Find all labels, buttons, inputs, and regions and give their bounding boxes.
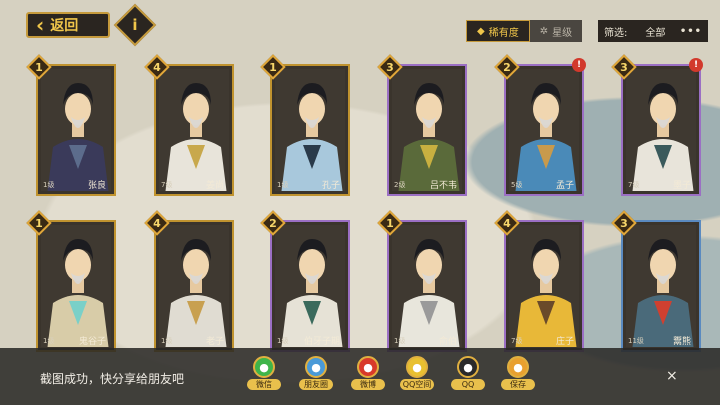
character-card[interactable]: 1级 老子 4 [144,210,234,352]
character-name: 俞伯 [438,337,457,347]
back-button[interactable]: ‹ 返回 [26,12,110,38]
character-portrait [392,225,462,347]
character-card[interactable]: 1级 张良 1 [26,54,116,196]
tab-star-level[interactable]: ✲ 星级 [529,20,583,42]
character-portrait [626,225,696,347]
character-card[interactable]: 7级 庄子 4 [494,210,584,352]
star-outline-icon: ✲ [539,25,549,37]
share-save-button[interactable]: ● 保存 [500,356,536,390]
character-level: 1级 [394,337,406,345]
character-name: 鬼谷子 [78,337,106,347]
share-message: 截图成功，快分享给朋友吧 [40,372,185,386]
character-level: 1级 [43,337,55,345]
character-name: 吕不韦 [429,181,457,191]
star-count: 4 [153,216,161,230]
weibo-icon: ● [357,356,379,378]
share-qq-button[interactable]: ● QQ [450,356,486,390]
character-portrait [159,69,229,191]
filter-label: 筛选: [604,27,628,39]
star-count: 4 [153,60,161,74]
character-level: 5级 [511,181,523,189]
character-level: 1级 [161,337,173,345]
filter-value: 全部 [645,27,666,39]
character-portrait [41,69,111,191]
character-level: 7级 [161,181,173,189]
character-card[interactable]: 5级 孟子 2! [494,54,586,196]
character-card[interactable]: 7级 墨子 3! [611,54,703,196]
character-portrait [392,69,462,191]
share-moments-button[interactable]: ● 朋友圈 [298,356,334,390]
star-count: 2 [269,216,277,230]
character-name: 鬻熊 [672,337,691,347]
character-name: 伯牙子期 [303,337,340,347]
character-portrait [509,225,579,347]
share-label: 微信 [247,379,281,390]
back-label: 返回 [50,18,79,34]
character-portrait [275,225,345,347]
character-card[interactable]: 7级 姜尚 4 [144,54,234,196]
character-level: 1级 [43,181,55,189]
star-count: 3 [386,60,394,74]
share-weibo-button[interactable]: ● 微博 [350,356,386,390]
share-label: QQ空间 [400,379,434,390]
character-portrait [626,69,696,191]
star-count: 3 [620,216,628,230]
moments-icon: ● [305,356,327,378]
character-card[interactable]: 1级 伯牙子期 2 [260,210,350,352]
character-name: 孟子 [555,181,574,191]
character-level: 2级 [394,181,406,189]
share-label: QQ [451,379,485,390]
character-portrait [41,225,111,347]
character-name: 老子 [205,337,224,347]
share-label: 朋友圈 [299,379,333,390]
star-count: 1 [386,216,394,230]
character-level: 7级 [511,337,523,345]
character-card[interactable]: 1级 孔子 1 [260,54,350,196]
close-icon[interactable]: × [666,368,678,384]
info-icon: i [132,16,138,34]
character-name: 孔子 [321,181,340,191]
star-count: 1 [35,216,43,230]
character-name: 墨子 [672,181,691,191]
character-portrait [509,69,579,191]
save-icon: ● [507,356,529,378]
character-name: 张良 [87,181,106,191]
alert-icon: ! [689,58,703,72]
character-card[interactable]: 1级 鬼谷子 1 [26,210,116,352]
character-card[interactable]: 2级 吕不韦 3 [377,54,467,196]
share-qzone-button[interactable]: ● QQ空间 [399,356,435,390]
share-label: 微博 [351,379,385,390]
tab-rarity[interactable]: ◆ 稀有度 [466,20,530,42]
character-name: 庄子 [555,337,574,347]
star-count: 2 [503,60,511,74]
star-count: 1 [35,60,43,74]
character-level: 1级 [277,337,289,345]
sort-tabs: ◆ 稀有度 ✲ 星级 [466,20,583,42]
qzone-icon: ● [406,356,428,378]
character-level: 11级 [628,337,644,345]
character-portrait [275,69,345,191]
character-level: 7级 [628,181,640,189]
wechat-icon: ● [253,356,275,378]
tab-star-label: 星级 [552,27,573,39]
star-count: 1 [269,60,277,74]
star-count: 3 [620,60,628,74]
share-wechat-button[interactable]: ● 微信 [246,356,282,390]
character-card[interactable]: 1级 俞伯 1 [377,210,467,352]
tab-rarity-label: 稀有度 [488,27,519,39]
character-level: 1级 [277,181,289,189]
diamond-icon: ◆ [477,25,485,37]
back-arrow-icon: ‹ [36,13,45,37]
star-count: 4 [503,216,511,230]
character-portrait [159,225,229,347]
share-label: 保存 [501,379,535,390]
character-card[interactable]: 11级 鬻熊 3 [611,210,701,352]
more-icon[interactable]: ••• [680,26,702,37]
filter-dropdown[interactable]: 筛选: 全部 ••• [598,20,708,42]
qq-icon: ● [457,356,479,378]
character-name: 姜尚 [205,181,224,191]
alert-icon: ! [572,58,586,72]
